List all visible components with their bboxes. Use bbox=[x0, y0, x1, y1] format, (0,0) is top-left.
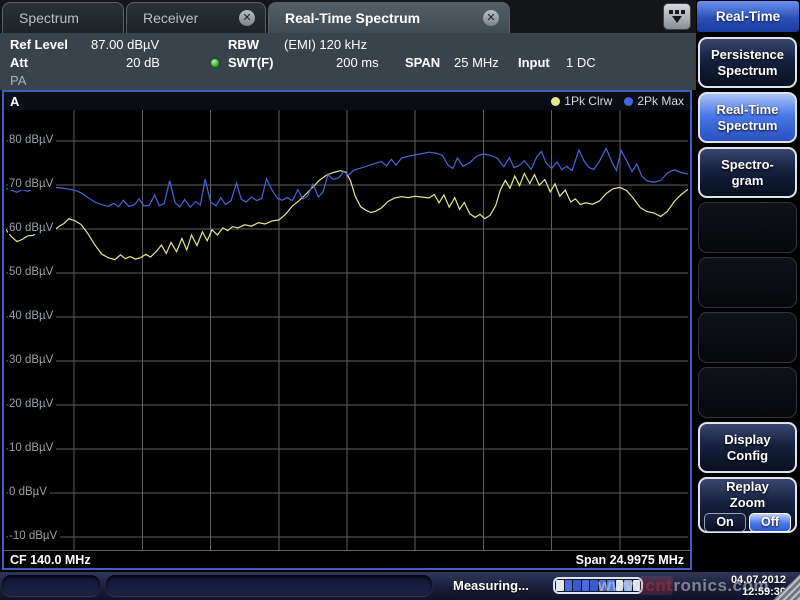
swt-label[interactable]: SWT(F) bbox=[228, 55, 273, 70]
softkey-empty bbox=[698, 202, 797, 253]
progress-segment bbox=[616, 580, 624, 591]
sweep-led-icon bbox=[210, 58, 220, 68]
progress-segment bbox=[599, 580, 607, 591]
legend-item: 2Pk Max bbox=[624, 94, 684, 108]
window-squares-icon bbox=[669, 10, 685, 14]
window-name: A bbox=[10, 94, 19, 109]
y-axis-tick-label: 30 dBµV bbox=[8, 354, 56, 366]
softkey-label: Spectro- bbox=[721, 157, 774, 173]
on-off-toggle: OnOff bbox=[704, 513, 791, 532]
span-readout[interactable]: Span 24.9975 MHz bbox=[576, 553, 684, 567]
progress-segment bbox=[565, 580, 573, 591]
y-axis-tick-label: 70 dBµV bbox=[8, 178, 56, 190]
trace-svg bbox=[6, 110, 688, 550]
tab-label: Spectrum bbox=[19, 10, 79, 26]
softkey-persistence-spectrum[interactable]: PersistenceSpectrum bbox=[698, 37, 797, 88]
softkey-sidebar: Real-Time PersistenceSpectrumReal-TimeSp… bbox=[696, 0, 800, 600]
date-text: 04.07.2012 bbox=[731, 575, 786, 587]
legend-dot-icon bbox=[551, 97, 560, 106]
input-label[interactable]: Input bbox=[518, 55, 550, 70]
y-axis-tick-label: -10 dBµV bbox=[8, 530, 60, 542]
softkey-label: Config bbox=[727, 448, 768, 464]
progress-segment bbox=[633, 580, 641, 591]
y-axis-tick-label: 50 dBµV bbox=[8, 266, 56, 278]
window-list-icon[interactable] bbox=[663, 3, 691, 30]
measuring-status: Measuring... bbox=[453, 578, 529, 593]
y-axis-tick-label: 10 dBµV bbox=[8, 442, 56, 454]
rbw-label[interactable]: RBW bbox=[228, 37, 259, 52]
y-axis-tick-label: 20 dBµV bbox=[8, 398, 56, 410]
softkey-column: PersistenceSpectrumReal-TimeSpectrumSpec… bbox=[696, 37, 800, 537]
y-axis-tick-label: 60 dBµV bbox=[8, 222, 56, 234]
softkey-display-config[interactable]: DisplayConfig bbox=[698, 422, 797, 473]
tab-label: Real-Time Spectrum bbox=[285, 10, 420, 26]
ref-level-value[interactable]: 87.00 dBµV bbox=[91, 37, 159, 52]
progress-segment bbox=[590, 580, 598, 591]
analyzer-screen: Spectrum Receiver ✕ Real-Time Spectrum ✕… bbox=[0, 0, 800, 600]
softkey-empty bbox=[698, 367, 797, 418]
datetime-readout: 04.07.2012 12:59:30 bbox=[731, 575, 786, 598]
toggle-option-on[interactable]: On bbox=[704, 513, 746, 532]
att-value[interactable]: 20 dB bbox=[126, 55, 160, 70]
status-message-panel bbox=[106, 575, 432, 596]
transducer-label: PA bbox=[10, 73, 26, 88]
softkey-empty bbox=[698, 312, 797, 363]
softkey-menu-title: Real-Time bbox=[697, 1, 799, 32]
tab-receiver[interactable]: Receiver ✕ bbox=[126, 2, 266, 33]
legend-label: 1Pk Clrw bbox=[564, 94, 612, 108]
tab-label: Receiver bbox=[143, 10, 198, 26]
y-axis-tick-label: 40 dBµV bbox=[8, 310, 56, 322]
rbw-value[interactable]: (EMI) 120 kHz bbox=[284, 37, 367, 52]
sweep-progress-bar bbox=[553, 577, 643, 594]
legend-item: 1Pk Clrw bbox=[551, 94, 612, 108]
span-value[interactable]: 25 MHz bbox=[454, 55, 499, 70]
close-icon[interactable]: ✕ bbox=[239, 10, 255, 26]
legend-label: 2Pk Max bbox=[637, 94, 684, 108]
center-frequency[interactable]: CF 140.0 MHz bbox=[10, 553, 91, 567]
window-title-bar: A 1Pk Clrw 2Pk Max bbox=[4, 92, 690, 110]
softkey-replay-zoom[interactable]: ReplayZoom OnOff bbox=[698, 477, 797, 533]
trace-legend: 1Pk Clrw 2Pk Max bbox=[551, 94, 684, 108]
softkey-empty bbox=[698, 257, 797, 308]
y-axis-tick-label: 0 dBµV bbox=[8, 486, 50, 498]
chevron-down-icon bbox=[672, 16, 682, 23]
close-icon[interactable]: ✕ bbox=[483, 10, 499, 26]
tab-bar: Spectrum Receiver ✕ Real-Time Spectrum ✕ bbox=[0, 0, 696, 33]
softkey-label: gram bbox=[732, 173, 764, 189]
progress-segment bbox=[607, 580, 615, 591]
tab-real-time-spectrum[interactable]: Real-Time Spectrum ✕ bbox=[268, 2, 510, 33]
y-axis-tick-label: 80 dBµV bbox=[8, 134, 56, 146]
swt-value[interactable]: 200 ms bbox=[336, 55, 379, 70]
progress-segment bbox=[573, 580, 581, 591]
att-label[interactable]: Att bbox=[10, 55, 28, 70]
settings-bar: Ref Level 87.00 dBµV RBW (EMI) 120 kHz A… bbox=[0, 33, 696, 90]
softkey-spectro-gram[interactable]: Spectro-gram bbox=[698, 147, 797, 198]
legend-dot-icon bbox=[624, 97, 633, 106]
measurement-window: A 1Pk Clrw 2Pk Max 80 dBµV 70 dBµV 60 dBµV 5… bbox=[2, 90, 692, 570]
softkey-label: Zoom bbox=[730, 495, 765, 511]
spectrum-plot: 80 dBµV 70 dBµV 60 dBµV 50 dBµV 40 dBµV 30 dB… bbox=[6, 110, 688, 550]
softkey-label: Display bbox=[724, 432, 770, 448]
softkey-label: Spectrum bbox=[718, 118, 778, 134]
frequency-axis-bar: CF 140.0 MHz Span 24.9975 MHz bbox=[4, 550, 690, 568]
softkey-label: Replay bbox=[726, 479, 769, 495]
softkey-real-time-spectrum[interactable]: Real-TimeSpectrum bbox=[698, 92, 797, 143]
toggle-option-off[interactable]: Off bbox=[749, 513, 791, 532]
progress-segment bbox=[556, 580, 564, 591]
softkey-label: Spectrum bbox=[718, 63, 778, 79]
softkey-label: Real-Time bbox=[717, 102, 779, 118]
input-value[interactable]: 1 DC bbox=[566, 55, 596, 70]
tab-spectrum[interactable]: Spectrum bbox=[2, 2, 124, 33]
progress-segment bbox=[624, 580, 632, 591]
progress-segment bbox=[582, 580, 590, 591]
span-label[interactable]: SPAN bbox=[405, 55, 440, 70]
status-bar: Measuring... 04.07.2012 12:59:30 bbox=[0, 572, 800, 600]
softkey-label: Persistence bbox=[711, 47, 784, 63]
ref-level-label[interactable]: Ref Level bbox=[10, 37, 68, 52]
status-panel-left bbox=[2, 575, 100, 596]
